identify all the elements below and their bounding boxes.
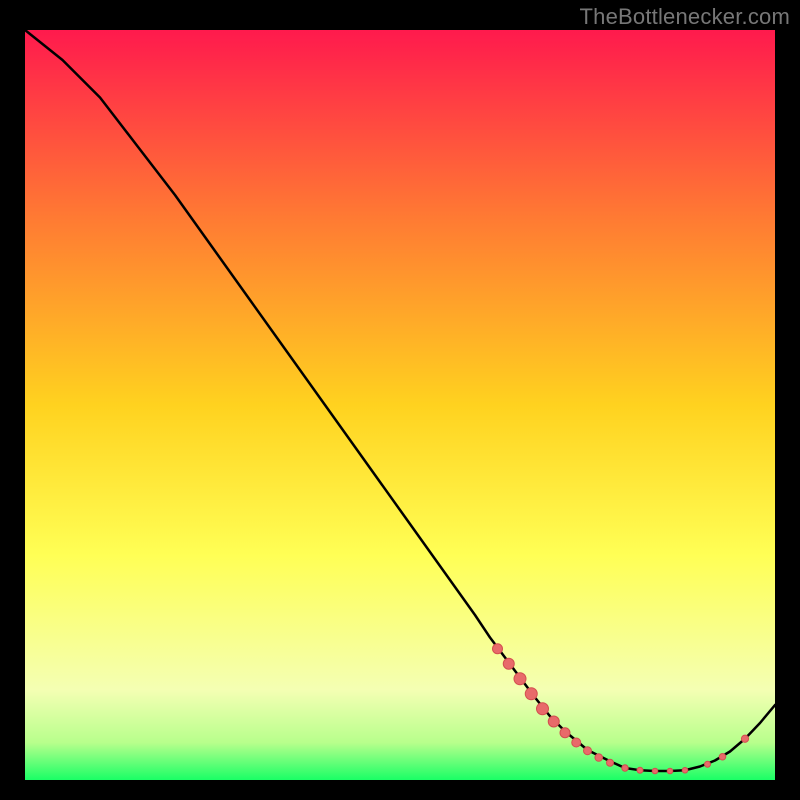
- marker-dot: [719, 753, 726, 760]
- marker-dot: [741, 735, 748, 742]
- marker-dot: [595, 754, 603, 762]
- marker-dot: [682, 767, 688, 773]
- chart-frame: TheBottlenecker.com: [0, 0, 800, 800]
- marker-dot: [537, 703, 549, 715]
- marker-dot: [548, 716, 559, 727]
- marker-dot: [622, 765, 628, 771]
- marker-dot: [667, 768, 673, 774]
- marker-dot: [637, 767, 643, 773]
- attribution-label: TheBottlenecker.com: [580, 4, 790, 30]
- marker-dot: [493, 644, 503, 654]
- marker-dot: [514, 673, 526, 685]
- marker-dot: [705, 761, 711, 767]
- plot-area: [25, 30, 775, 780]
- chart-svg: [25, 30, 775, 780]
- marker-dot: [584, 747, 592, 755]
- marker-dot: [560, 728, 570, 738]
- marker-dot: [503, 658, 514, 669]
- heatmap-background: [25, 30, 775, 780]
- marker-dot: [607, 759, 614, 766]
- marker-dot: [652, 768, 658, 774]
- marker-dot: [572, 738, 581, 747]
- marker-dot: [525, 688, 537, 700]
